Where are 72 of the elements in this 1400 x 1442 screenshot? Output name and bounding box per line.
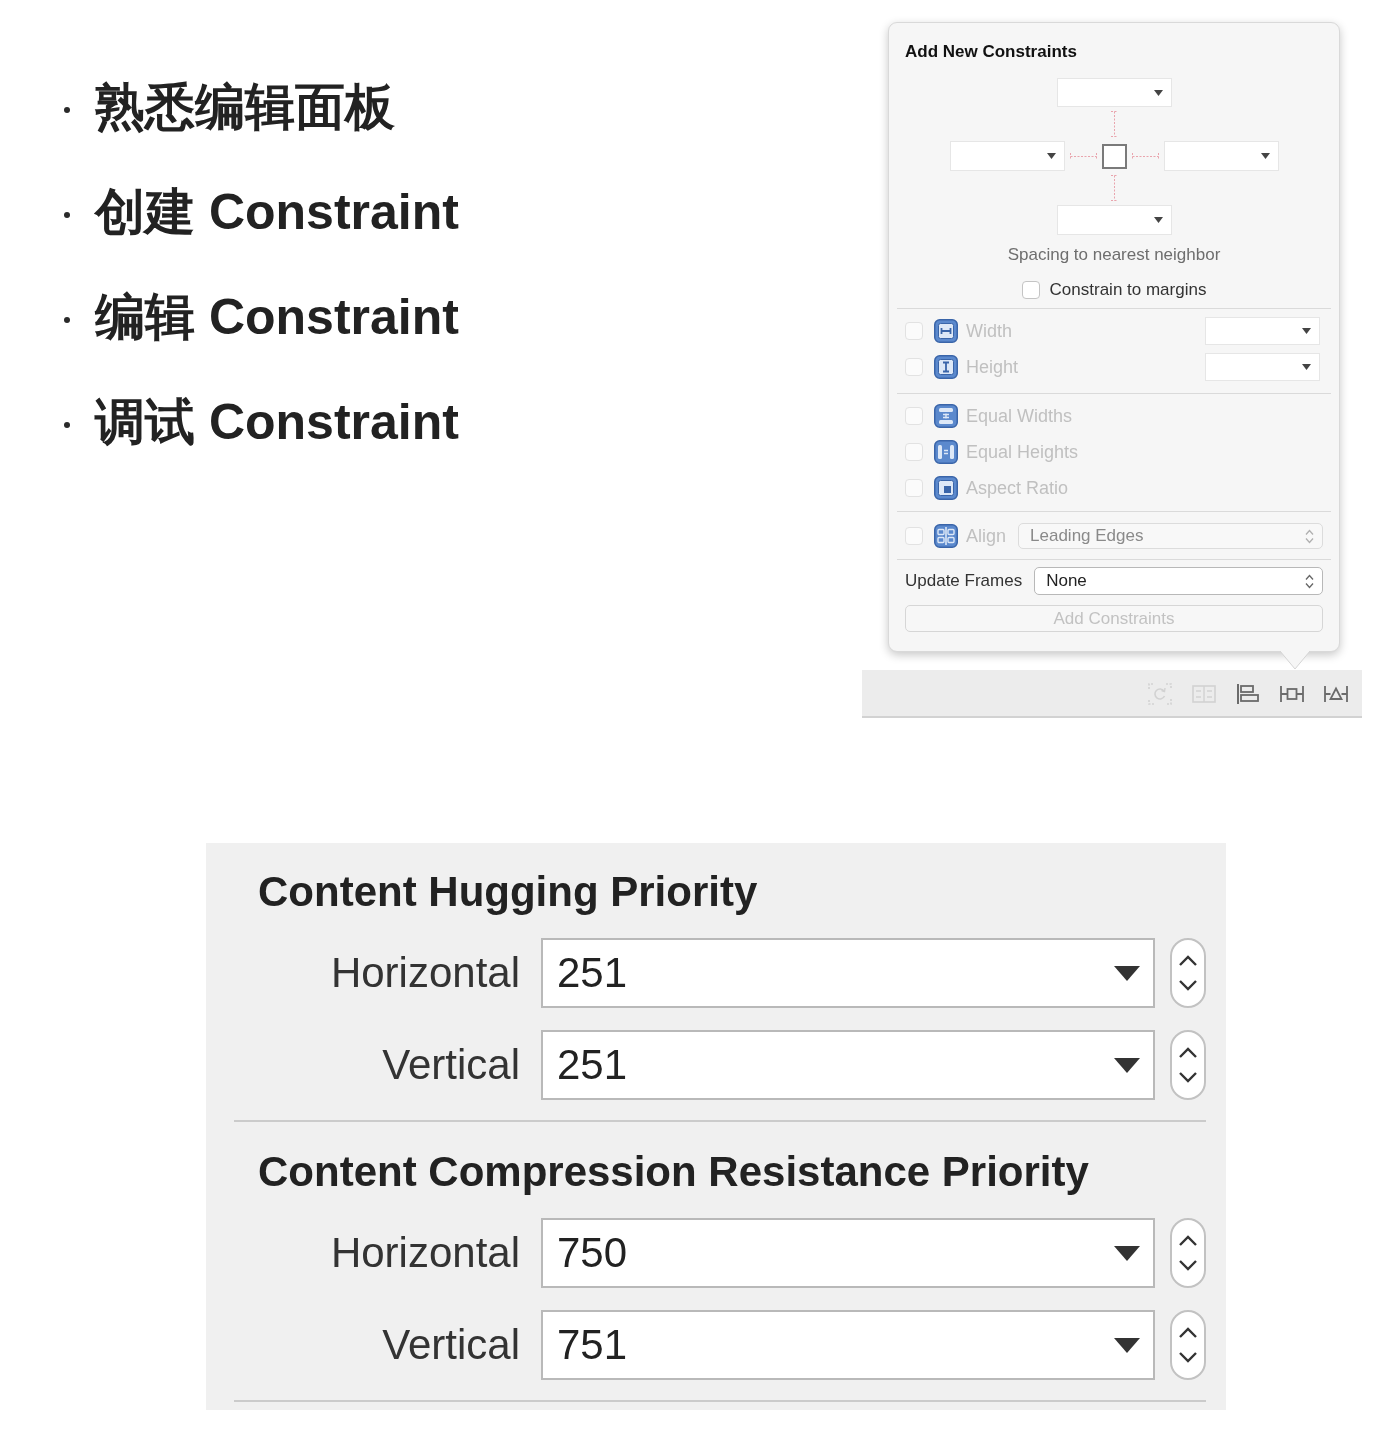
width-icon: [934, 319, 958, 343]
chevron-down-icon[interactable]: [1178, 1351, 1198, 1363]
bullet-text: 熟悉编辑面板: [95, 78, 395, 137]
spacing-field[interactable]: [1163, 141, 1279, 171]
value-dropdown[interactable]: [1205, 353, 1320, 381]
chevron-down-icon[interactable]: [1178, 979, 1198, 991]
caret-icon: [1302, 364, 1311, 370]
up-down-chevron-icon: [1305, 573, 1314, 589]
view-square-icon: [1101, 143, 1127, 169]
priority-combo-box[interactable]: 750: [541, 1218, 1155, 1288]
chevron-up-icon[interactable]: [1178, 1235, 1198, 1247]
update-frames-popup[interactable]: None: [1034, 567, 1323, 595]
height-icon: [934, 355, 958, 379]
caret-icon: [1114, 965, 1140, 981]
value-dropdown[interactable]: [1205, 317, 1320, 345]
stepper[interactable]: [1170, 1310, 1206, 1380]
bullet-icon: [64, 211, 70, 218]
spacing-constraint-line[interactable]: [1131, 151, 1159, 161]
up-down-chevron-icon: [1305, 528, 1314, 544]
popover-title: Add New Constraints: [905, 42, 1078, 62]
caret-icon: [1114, 1337, 1140, 1353]
bullet-text: 调试 Constraint: [95, 393, 459, 452]
spacing-field[interactable]: [1056, 205, 1172, 235]
align-left-icon[interactable]: [1235, 682, 1261, 706]
priority-combo-box[interactable]: 251: [541, 938, 1155, 1008]
priority-label: Vertical: [381, 1320, 520, 1370]
caret-icon: [1114, 1057, 1140, 1073]
section-title: Content Compression Resistance Priority: [257, 1147, 1090, 1197]
bullet-icon: [64, 316, 70, 323]
priority-label: Vertical: [381, 1040, 520, 1090]
caret-icon: [1260, 153, 1270, 159]
equal-heights-icon: [934, 440, 958, 464]
priority-combo-box[interactable]: 751: [541, 1310, 1155, 1380]
chevron-down-icon[interactable]: [1178, 1071, 1198, 1083]
checkbox-label: Constrain to margins: [1049, 280, 1207, 300]
spacing-constraint-line[interactable]: [1109, 175, 1119, 201]
combo-value: 251: [557, 949, 628, 997]
bullet-icon: [64, 421, 70, 428]
stepper[interactable]: [1170, 938, 1206, 1008]
chevron-down-icon[interactable]: [1178, 1259, 1198, 1271]
chevron-up-icon[interactable]: [1178, 1327, 1198, 1339]
chevron-up-icon[interactable]: [1178, 1047, 1198, 1059]
priority-label: Horizontal: [329, 948, 520, 998]
popup-value: Leading Edges: [1030, 526, 1144, 546]
combo-value: 750: [557, 1229, 628, 1277]
stepper[interactable]: [1170, 1030, 1206, 1100]
caret-icon: [1153, 89, 1163, 96]
popup-value: None: [1046, 571, 1087, 591]
chevron-up-icon[interactable]: [1178, 955, 1198, 967]
spacing-constraint-line[interactable]: [1109, 111, 1119, 137]
align-icon: [934, 524, 958, 548]
caret-icon: [1114, 1245, 1140, 1261]
stepper[interactable]: [1170, 1218, 1206, 1288]
bullet-text: 编辑 Constraint: [95, 288, 459, 347]
caret-icon: [1046, 153, 1056, 159]
section-title: Content Hugging Priority: [257, 867, 759, 917]
spacing-field[interactable]: [1056, 78, 1172, 107]
combo-value: 751: [557, 1321, 628, 1369]
caret-icon: [1302, 328, 1311, 334]
update-frames-label: Update Frames: [905, 571, 1023, 591]
bullet-text: 创建 Constraint: [95, 183, 459, 242]
priority-label: Horizontal: [329, 1228, 520, 1278]
bullet-icon: [64, 106, 70, 113]
aspect-ratio-icon: [934, 476, 958, 500]
priority-combo-box[interactable]: 251: [541, 1030, 1155, 1100]
spacing-field[interactable]: [949, 141, 1065, 171]
spacing-caption: Spacing to nearest neighbor: [1006, 245, 1222, 265]
caret-icon: [1153, 217, 1163, 223]
spacing-constraint-line[interactable]: [1069, 151, 1097, 161]
equal-widths-icon: [934, 404, 958, 428]
checkbox[interactable]: [1021, 281, 1040, 299]
combo-value: 251: [557, 1041, 628, 1089]
